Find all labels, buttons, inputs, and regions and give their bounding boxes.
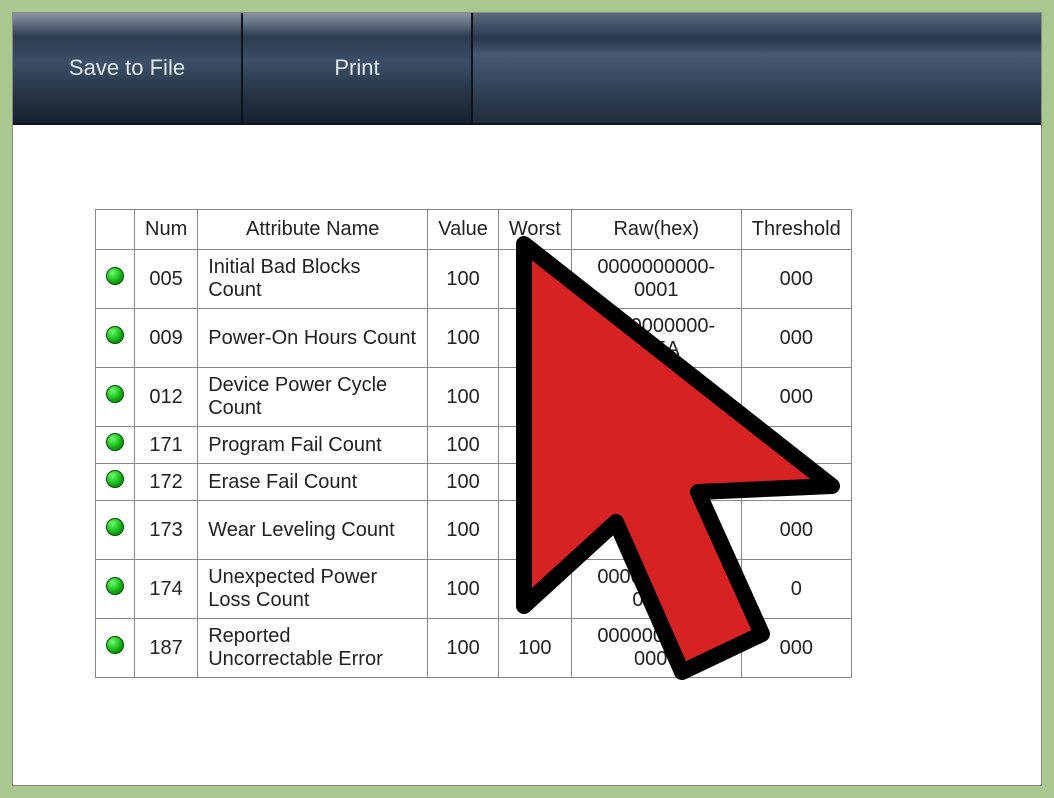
raw-cell: 0000000000-0001 <box>571 250 741 309</box>
raw-cell <box>571 464 741 501</box>
status-cell <box>96 619 135 678</box>
smart-attributes-table: Num Attribute Name Value Worst Raw(hex) … <box>95 209 852 678</box>
toolbar: Save to File Print <box>13 13 1041 125</box>
raw-cell: 0000000000-0000 <box>571 619 741 678</box>
attribute-name-cell: Program Fail Count <box>198 427 428 464</box>
status-cell <box>96 501 135 560</box>
threshold-cell: 000 <box>741 619 851 678</box>
table-row[interactable]: 005Initial Bad Blocks Count1001000000000… <box>96 250 852 309</box>
header-worst: Worst <box>498 210 571 250</box>
attribute-name-cell: Power-On Hours Count <box>198 309 428 368</box>
value-cell: 100 <box>428 250 499 309</box>
status-cell <box>96 250 135 309</box>
table-row[interactable]: 171Program Fail Count100100 <box>96 427 852 464</box>
status-ok-icon <box>106 636 124 654</box>
raw-cell: 0000000000-005D <box>571 560 741 619</box>
status-ok-icon <box>106 518 124 536</box>
save-to-file-label: Save to File <box>69 55 185 81</box>
status-ok-icon <box>106 326 124 344</box>
status-cell <box>96 368 135 427</box>
attribute-name-cell: Erase Fail Count <box>198 464 428 501</box>
worst-cell: 100 <box>498 464 571 501</box>
num-cell: 009 <box>135 309 198 368</box>
header-value: Value <box>428 210 499 250</box>
value-cell: 100 <box>428 560 499 619</box>
value-cell: 100 <box>428 309 499 368</box>
num-cell: 005 <box>135 250 198 309</box>
status-cell <box>96 464 135 501</box>
threshold-cell: 000 <box>741 368 851 427</box>
threshold-cell: 000 <box>741 309 851 368</box>
num-cell: 174 <box>135 560 198 619</box>
status-ok-icon <box>106 470 124 488</box>
save-to-file-button[interactable]: Save to File <box>13 13 243 123</box>
worst-cell: 100 <box>498 501 571 560</box>
threshold-cell <box>741 427 851 464</box>
raw-cell <box>571 427 741 464</box>
status-cell <box>96 309 135 368</box>
header-num: Num <box>135 210 198 250</box>
value-cell: 100 <box>428 501 499 560</box>
value-cell: 100 <box>428 464 499 501</box>
status-ok-icon <box>106 385 124 403</box>
status-ok-icon <box>106 577 124 595</box>
num-cell: 187 <box>135 619 198 678</box>
table-row[interactable]: 174Unexpected Power Loss Count1001000000… <box>96 560 852 619</box>
num-cell: 173 <box>135 501 198 560</box>
status-cell <box>96 560 135 619</box>
table-row[interactable]: 009Power-On Hours Count1001000000000000-… <box>96 309 852 368</box>
worst-cell: 100 <box>498 560 571 619</box>
value-cell: 100 <box>428 427 499 464</box>
status-ok-icon <box>106 267 124 285</box>
attribute-name-cell: Wear Leveling Count <box>198 501 428 560</box>
threshold-cell: 000 <box>741 501 851 560</box>
table-row[interactable]: 187Reported Uncorrectable Error100100000… <box>96 619 852 678</box>
num-cell: 171 <box>135 427 198 464</box>
threshold-cell: 0 <box>741 560 851 619</box>
worst-cell: 100 <box>498 427 571 464</box>
raw-cell <box>571 368 741 427</box>
print-button[interactable]: Print <box>243 13 473 123</box>
attribute-name-cell: Device Power Cycle Count <box>198 368 428 427</box>
app-window: Save to File Print Num Attribute Name Va… <box>12 12 1042 786</box>
num-cell: 172 <box>135 464 198 501</box>
worst-cell: 100 <box>498 619 571 678</box>
raw-cell: 0000-0099 <box>571 501 741 560</box>
table-row[interactable]: 173Wear Leveling Count1001000000-0099000 <box>96 501 852 560</box>
status-cell <box>96 427 135 464</box>
threshold-cell: 000 <box>741 464 851 501</box>
header-threshold: Threshold <box>741 210 851 250</box>
table-header-row: Num Attribute Name Value Worst Raw(hex) … <box>96 210 852 250</box>
value-cell: 100 <box>428 368 499 427</box>
status-ok-icon <box>106 433 124 451</box>
table-row[interactable]: 012Device Power Cycle Count100100000 <box>96 368 852 427</box>
threshold-cell: 000 <box>741 250 851 309</box>
attribute-name-cell: Unexpected Power Loss Count <box>198 560 428 619</box>
header-status <box>96 210 135 250</box>
toolbar-spacer <box>473 13 1041 123</box>
value-cell: 100 <box>428 619 499 678</box>
attribute-name-cell: Initial Bad Blocks Count <box>198 250 428 309</box>
worst-cell: 100 <box>498 250 571 309</box>
content-area: Num Attribute Name Value Worst Raw(hex) … <box>13 127 1041 785</box>
worst-cell: 100 <box>498 368 571 427</box>
attribute-name-cell: Reported Uncorrectable Error <box>198 619 428 678</box>
num-cell: 012 <box>135 368 198 427</box>
raw-cell: 0000000000-005A <box>571 309 741 368</box>
table-row[interactable]: 172Erase Fail Count100100000 <box>96 464 852 501</box>
header-raw: Raw(hex) <box>571 210 741 250</box>
worst-cell: 100 <box>498 309 571 368</box>
header-attribute-name: Attribute Name <box>198 210 428 250</box>
print-label: Print <box>334 55 379 81</box>
